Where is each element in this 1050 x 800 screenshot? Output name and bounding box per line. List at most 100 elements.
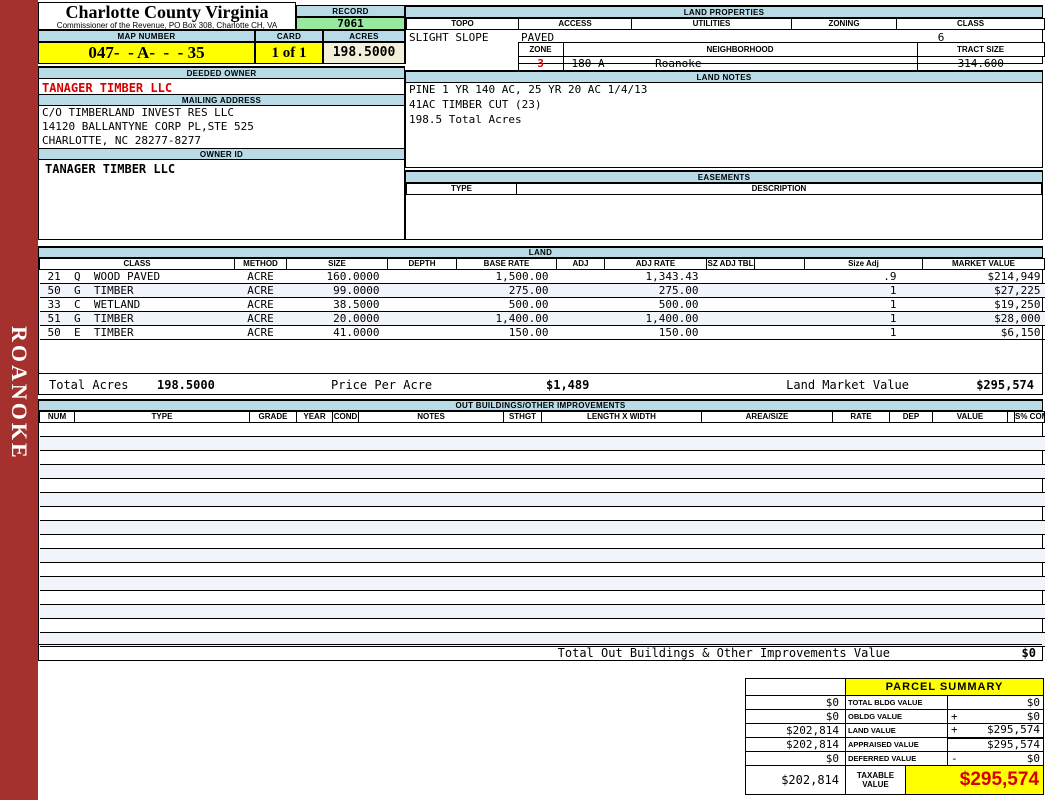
neighborhood-name: Roanoke bbox=[655, 56, 702, 70]
county-subtitle: Commissioner of the Revenue, PO Box 308,… bbox=[56, 21, 278, 30]
summary-value: $295,574 bbox=[946, 736, 1045, 752]
owner-id-label: OWNER ID bbox=[39, 148, 404, 160]
land-properties-panel: LAND PROPERTIES TOPO ACCESS UTILITIES ZO… bbox=[405, 5, 1045, 71]
out-buildings-column-header: COND bbox=[332, 411, 359, 423]
out-buildings-cell bbox=[74, 534, 1045, 549]
land-market-value-label: Land Market Value bbox=[786, 378, 909, 392]
land-cell: 160.0000 bbox=[286, 269, 388, 284]
summary-value: $0 bbox=[946, 695, 1045, 710]
land-cell: 50 E TIMBER bbox=[39, 325, 235, 340]
land-cell: 1 bbox=[804, 283, 923, 298]
out-buildings-cell bbox=[39, 478, 75, 493]
land-cell: 20.0000 bbox=[286, 311, 388, 326]
out-buildings-cell bbox=[74, 492, 1045, 507]
out-buildings-column-header: LENGTH X WIDTH bbox=[541, 411, 702, 423]
out-buildings-cell bbox=[39, 450, 75, 465]
land-note-line: PINE 1 YR 140 AC, 25 YR 20 AC 1/4/13 bbox=[409, 83, 648, 96]
out-buildings-cell bbox=[39, 604, 75, 619]
access-label: ACCESS bbox=[518, 18, 632, 30]
acres-value: 198.5000 bbox=[323, 42, 405, 64]
land-cell bbox=[706, 325, 755, 340]
land-row: 33 C WETLAND ACRE 38.5000 500.00 500.00 1 $19,… bbox=[39, 297, 1045, 312]
land-cell: $214,949 bbox=[922, 269, 1045, 284]
land-cell: 500.00 bbox=[604, 297, 707, 312]
mailing-address-line: CHARLOTTE, NC 28277-8277 bbox=[42, 134, 201, 147]
deeded-owner-value: TANAGER TIMBER LLC bbox=[42, 81, 173, 95]
out-buildings-column-header: STHGT bbox=[503, 411, 542, 423]
land-cell: $19,250 bbox=[922, 297, 1045, 312]
summary-label: APPRAISED VALUE bbox=[845, 737, 948, 752]
land-cell bbox=[556, 325, 605, 340]
out-buildings-empty-row bbox=[39, 492, 1045, 507]
out-buildings-empty-row bbox=[39, 520, 1045, 535]
summary-blank-cell bbox=[745, 678, 846, 696]
land-cell: 99.0000 bbox=[286, 283, 388, 298]
out-buildings-cell bbox=[74, 604, 1045, 619]
out-buildings-column-header: YEAR bbox=[296, 411, 333, 423]
out-buildings-empty-row bbox=[39, 576, 1045, 591]
easement-description-label: DESCRIPTION bbox=[516, 183, 1042, 195]
land-properties-title: LAND PROPERTIES bbox=[406, 6, 1042, 18]
land-cell: 1,500.00 bbox=[456, 269, 557, 284]
out-buildings-cell bbox=[39, 422, 75, 437]
parcel-summary-body: $0 TOTAL BLDG VALUE $0 $0 OBLDG VALUE + $0 $202… bbox=[745, 695, 1045, 766]
parcel-summary-title: PARCEL SUMMARY bbox=[844, 678, 1045, 696]
land-cell: 150.00 bbox=[604, 325, 707, 340]
land-notes-panel: LAND NOTES PINE 1 YR 140 AC, 25 YR 20 AC… bbox=[405, 70, 1043, 168]
land-column-header: CLASS bbox=[39, 258, 235, 270]
summary-label: TOTAL BLDG VALUE bbox=[845, 695, 948, 710]
land-note-line: 41AC TIMBER CUT (23) bbox=[409, 98, 542, 111]
land-cell: 21 Q WOOD PAVED bbox=[39, 269, 235, 284]
easements-title: EASEMENTS bbox=[406, 171, 1042, 183]
land-cell bbox=[706, 269, 755, 284]
out-buildings-empty-row bbox=[39, 590, 1045, 605]
land-cell: $27,225 bbox=[922, 283, 1045, 298]
utilities-label: UTILITIES bbox=[631, 18, 792, 30]
land-cell: ACRE bbox=[234, 325, 287, 340]
out-buildings-empty-row bbox=[39, 506, 1045, 521]
land-header-row: CLASS METHOD SIZE DEPTH BASE RATE ADJ ADJ RATE… bbox=[39, 258, 1045, 270]
summary-label: DEFERRED VALUE bbox=[845, 751, 948, 766]
out-buildings-empty-row bbox=[39, 534, 1045, 549]
out-buildings-cell bbox=[74, 590, 1045, 605]
land-cell: 500.00 bbox=[456, 297, 557, 312]
region-sidebar: ROANOKE bbox=[0, 0, 38, 800]
land-cell: 1 bbox=[804, 325, 923, 340]
out-buildings-column-header: S% COMP bbox=[1014, 411, 1045, 423]
land-cell: .9 bbox=[804, 269, 923, 284]
land-title: LAND bbox=[39, 247, 1042, 258]
zone-value: 3 bbox=[517, 56, 564, 71]
price-per-acre-label: Price Per Acre bbox=[331, 378, 433, 392]
out-buildings-cell bbox=[74, 548, 1045, 563]
region-vertical-label: ROANOKE bbox=[7, 326, 32, 461]
taxable-value: $295,574 bbox=[904, 765, 1045, 795]
map-number-value: 047- - A- - - 35 bbox=[38, 42, 255, 64]
out-buildings-body bbox=[39, 422, 1045, 647]
summary-amount: $0 bbox=[1026, 695, 1041, 709]
summary-amount: $0 bbox=[1026, 709, 1041, 723]
mailing-address: C/O TIMBERLAND INVEST RES LLC 14120 BALL… bbox=[39, 106, 404, 148]
out-buildings-cell bbox=[74, 618, 1045, 633]
easements-header-row: TYPE DESCRIPTION bbox=[406, 183, 1042, 195]
land-table-body: 21 Q WOOD PAVED ACRE 160.0000 1,500.00 1,343… bbox=[39, 269, 1045, 340]
out-buildings-cell bbox=[74, 576, 1045, 591]
land-row: 21 Q WOOD PAVED ACRE 160.0000 1,500.00 1,343… bbox=[39, 269, 1045, 284]
out-buildings-total-row: Total Out Buildings & Other Improvements… bbox=[39, 644, 1042, 660]
land-column-header: BASE RATE bbox=[456, 258, 557, 270]
out-buildings-empty-row bbox=[39, 604, 1045, 619]
land-cell: 33 C WETLAND bbox=[39, 297, 235, 312]
zone-header-row: ZONE NEIGHBORHOOD TRACT SIZE bbox=[406, 42, 1045, 57]
out-buildings-empty-row bbox=[39, 450, 1045, 465]
summary-amount: $295,574 bbox=[987, 737, 1041, 751]
summary-operator: + bbox=[951, 723, 958, 737]
land-cell: $6,150 bbox=[922, 325, 1045, 340]
out-buildings-panel: OUT BUILDINGS/OTHER IMPROVEMENTS NUM TYPE… bbox=[38, 399, 1045, 661]
summary-prior-value: $0 bbox=[745, 709, 846, 724]
land-cell bbox=[556, 283, 605, 298]
out-buildings-cell bbox=[74, 478, 1045, 493]
parcel-summary-row: $202,814 LAND VALUE + $295,574 bbox=[745, 723, 1045, 738]
summary-value: + $0 bbox=[946, 709, 1045, 724]
out-buildings-cell bbox=[39, 548, 75, 563]
summary-operator: - bbox=[951, 751, 958, 765]
land-cell bbox=[387, 269, 457, 284]
